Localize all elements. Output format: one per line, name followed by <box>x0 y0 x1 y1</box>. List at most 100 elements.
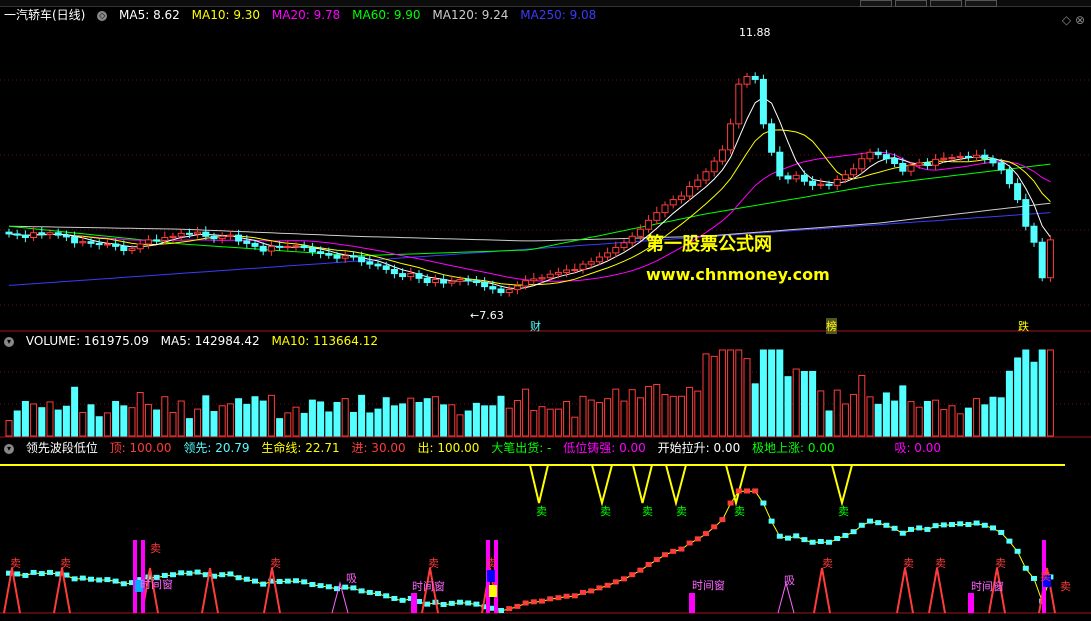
candle-body <box>522 280 530 287</box>
candle-body <box>530 278 538 282</box>
volume-bar <box>161 396 169 437</box>
candle-body <box>218 235 226 240</box>
ind-lead: 领先: 20.79 <box>183 441 250 455</box>
volume-bar <box>522 388 530 437</box>
lead-bar <box>785 535 791 541</box>
volume-bar <box>218 405 226 437</box>
volume-bar <box>973 398 981 437</box>
volume-bar <box>169 411 177 437</box>
volume-bar <box>702 353 710 437</box>
volume-bar <box>112 400 120 437</box>
lead-bar <box>112 578 119 584</box>
lead-bar <box>883 522 890 528</box>
life-line <box>8 490 1051 612</box>
lead-bar <box>317 583 324 589</box>
candle-body <box>743 75 751 85</box>
candle-body <box>907 164 915 172</box>
lead-bar <box>580 589 586 595</box>
candle-body <box>235 234 243 242</box>
volume-bar <box>489 405 497 437</box>
volume-bar <box>1014 357 1022 437</box>
lead-bar <box>186 570 193 576</box>
volume-header: ▾ VOLUME: 161975.09 MA5: 142984.42 MA10:… <box>4 334 386 348</box>
sell-v-marker <box>591 464 613 507</box>
lead-bar <box>924 526 931 532</box>
stock-title: 一汽轿车(日线) <box>4 8 86 22</box>
candle-body <box>21 234 29 238</box>
candle-body <box>128 248 136 252</box>
candle-body <box>784 175 792 180</box>
lead-bar <box>30 569 37 575</box>
ma20-value: MA20: 9.78 <box>271 8 341 22</box>
candle-body <box>956 155 964 159</box>
candle-body <box>38 232 46 236</box>
ind-big: 大笔出货: - <box>491 441 552 455</box>
lead-bar <box>424 601 431 607</box>
diamond-icon[interactable]: ◇ <box>1062 13 1071 27</box>
sell-label: 卖 <box>642 505 653 518</box>
lead-bar <box>178 570 185 576</box>
volume-bar <box>87 404 95 437</box>
lead-bar <box>735 488 742 494</box>
candle-body <box>341 255 349 259</box>
volume-bar <box>399 403 407 437</box>
candle-body <box>497 288 505 294</box>
ind-start: 开始拉升: 0.00 <box>657 441 741 455</box>
volume-bar <box>120 405 128 437</box>
lead-bar <box>875 520 882 526</box>
candle-body <box>571 268 579 271</box>
volume-bar <box>440 404 448 437</box>
candle-body <box>259 245 267 252</box>
candle-body <box>5 231 13 235</box>
sell-triangle <box>896 567 914 614</box>
chevron-down-icon[interactable]: ▾ <box>4 336 14 347</box>
lead-bar <box>243 576 250 582</box>
chevron-down-icon[interactable]: ▾ <box>4 443 14 454</box>
candle-body <box>923 162 931 166</box>
finance-marker: 财 <box>530 320 541 333</box>
close-icon[interactable]: ⊗ <box>1075 13 1085 27</box>
lead-bar <box>252 578 258 584</box>
candle-body <box>850 168 858 176</box>
lead-bar <box>940 522 947 528</box>
lead-bar <box>235 575 242 581</box>
candle-body <box>759 78 767 125</box>
lead-bar <box>539 598 545 604</box>
ma250-value: MA250: 9.08 <box>520 8 597 22</box>
volume-bar <box>185 418 193 437</box>
candle-body <box>464 279 472 282</box>
volume-bar <box>366 412 374 437</box>
volume-bar <box>645 385 653 437</box>
candle-body <box>686 186 694 197</box>
sell-v-marker <box>665 464 687 507</box>
lead-bar <box>842 532 849 538</box>
candle-body <box>997 162 1005 171</box>
lead-bar <box>801 537 808 543</box>
volume-bar <box>587 399 595 437</box>
drop-marker: 跌 <box>1018 320 1029 333</box>
candle-body <box>423 277 431 283</box>
ma10-value: MA10: 9.30 <box>191 8 261 22</box>
volume-bar <box>103 412 111 437</box>
window-icons[interactable]: ◇ ⊗ <box>1062 13 1085 27</box>
settings-icon[interactable]: ◇ <box>97 10 108 21</box>
volume-bar <box>1046 349 1054 437</box>
time-window-label: 时间窗 <box>692 579 725 592</box>
lead-bar <box>1031 575 1037 581</box>
candle-body <box>292 245 300 248</box>
lead-bar <box>506 606 513 612</box>
volume-bar <box>333 401 341 437</box>
candle-body <box>595 256 603 263</box>
lead-bar <box>834 535 841 541</box>
lead-bar <box>850 529 857 535</box>
lead-bar <box>104 577 111 583</box>
lead-bar <box>47 569 53 575</box>
lead-bar <box>604 582 611 588</box>
volume-bar <box>825 410 833 437</box>
candle-body <box>1005 169 1013 185</box>
volume-bar <box>415 402 423 437</box>
lead-bar <box>375 591 381 597</box>
candle-body <box>981 154 989 160</box>
lead-bar <box>809 539 816 545</box>
candle-body <box>915 162 923 166</box>
